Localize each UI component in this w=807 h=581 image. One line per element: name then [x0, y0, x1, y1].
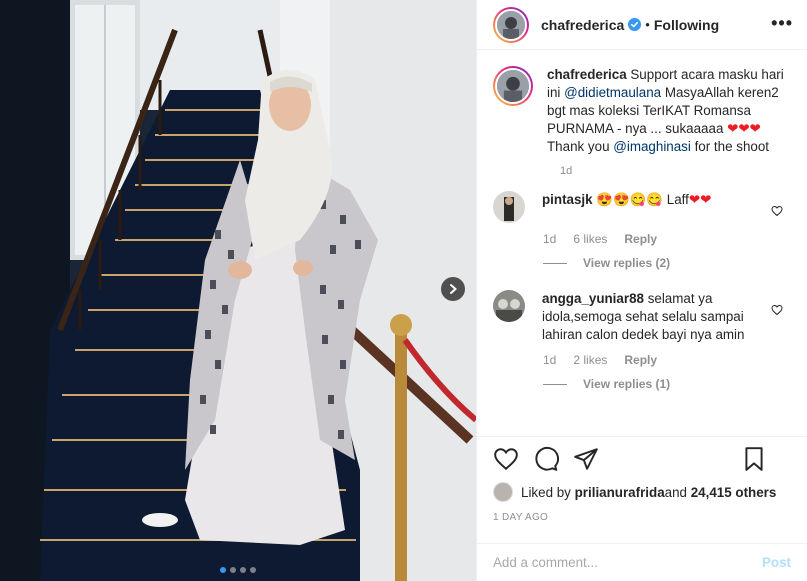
comment-text: pintasjk 😍😍😋😋 Laff❤❤	[542, 191, 772, 223]
author-username[interactable]: chafrederica	[541, 17, 624, 33]
comment-body: 😍😍😋😋 Laff	[592, 192, 689, 207]
caption-part: Thank you	[547, 139, 614, 154]
comments-list[interactable]: chafrederica Support acara masku hari in…	[477, 50, 807, 435]
carousel-indicator	[0, 567, 476, 573]
mention-link[interactable]: @didietmaulana	[564, 85, 661, 100]
likes-prefix: Liked by	[521, 484, 571, 500]
carousel-dot	[250, 567, 256, 573]
caption-username[interactable]: chafrederica	[547, 67, 627, 82]
caption-age: 1d	[560, 165, 573, 177]
comment-age: 1d	[543, 353, 557, 367]
author-avatar[interactable]	[493, 6, 529, 43]
following-button[interactable]: Following	[654, 17, 719, 33]
view-replies-label: View replies (2)	[583, 256, 671, 270]
reply-button[interactable]: Reply	[624, 232, 657, 246]
replies-divider	[543, 262, 567, 264]
heart-outline-icon[interactable]	[493, 446, 519, 472]
avatar-image	[493, 191, 525, 223]
add-comment-bar: Post	[477, 543, 807, 581]
liker-username[interactable]: prilianurafrida	[575, 485, 665, 500]
post-panel: chafrederica • Following ••• chafrederic…	[476, 0, 807, 581]
chevron-right-icon	[450, 284, 458, 294]
like-comment-heart-icon[interactable]	[771, 304, 783, 316]
comment-text: angga_yuniar88 selamat ya idola,semoga s…	[542, 290, 772, 344]
comment-item: pintasjk 😍😍😋😋 Laff❤❤ 1d 6 likes Reply Vi…	[493, 191, 791, 270]
heart-emoji: ❤❤❤	[727, 121, 761, 136]
comment-item: angga_yuniar88 selamat ya idola,semoga s…	[493, 290, 791, 391]
post-caption: chafrederica Support acara masku hari in…	[493, 66, 791, 156]
header-separator: •	[645, 17, 650, 32]
view-replies-button[interactable]: View replies (2)	[543, 256, 791, 270]
carousel-next-button[interactable]	[441, 277, 465, 301]
likes-count[interactable]: 24,415 others	[691, 485, 777, 500]
comment-bubble-icon[interactable]	[533, 446, 559, 472]
comment-input[interactable]	[493, 555, 762, 570]
heart-emoji: ❤❤	[688, 192, 712, 207]
avatar-image	[497, 70, 529, 102]
comment-age: 1d	[543, 232, 557, 246]
post-header: chafrederica • Following •••	[477, 0, 807, 50]
liker-avatar[interactable]	[493, 482, 513, 502]
comment-likes[interactable]: 2 likes	[573, 353, 607, 367]
likes-connector: and	[664, 484, 687, 500]
commenter-avatar[interactable]	[493, 191, 525, 223]
post-comment-button[interactable]: Post	[762, 555, 791, 570]
verified-badge-icon	[628, 18, 642, 31]
like-comment-heart-icon[interactable]	[771, 205, 783, 217]
comment-likes[interactable]: 6 likes	[573, 232, 607, 246]
post-timestamp[interactable]: 1 DAY AGO	[493, 512, 791, 523]
comment-meta: 1d 2 likes Reply	[543, 353, 791, 367]
replies-divider	[543, 383, 567, 385]
commenter-username[interactable]: angga_yuniar88	[542, 291, 644, 306]
more-options-button[interactable]: •••	[771, 13, 793, 34]
commenter-avatar[interactable]	[493, 290, 525, 322]
avatar-image	[497, 10, 525, 39]
comment-meta: 1d 6 likes Reply	[543, 232, 791, 246]
caption-avatar[interactable]	[493, 66, 533, 106]
caption-text: chafrederica Support acara masku hari in…	[547, 66, 791, 156]
carousel-dot	[220, 567, 226, 573]
paper-plane-icon[interactable]	[573, 446, 599, 472]
reply-button[interactable]: Reply	[624, 353, 657, 367]
photo-image	[0, 0, 476, 581]
carousel-dot	[240, 567, 246, 573]
bookmark-icon[interactable]	[741, 446, 767, 472]
post-photo[interactable]	[0, 0, 476, 581]
commenter-username[interactable]: pintasjk	[542, 192, 593, 207]
post-actions: Liked by prilianurafrida and 24,415 othe…	[477, 436, 807, 523]
mention-link[interactable]: @imaghinasi	[613, 139, 691, 154]
avatar-image	[493, 290, 525, 322]
likes-summary: Liked by prilianurafrida and 24,415 othe…	[493, 481, 791, 503]
view-replies-label: View replies (1)	[583, 377, 671, 391]
view-replies-button[interactable]: View replies (1)	[543, 377, 791, 391]
action-icons	[493, 437, 791, 481]
caption-part: for the shoot	[690, 139, 770, 154]
carousel-dot	[230, 567, 236, 573]
